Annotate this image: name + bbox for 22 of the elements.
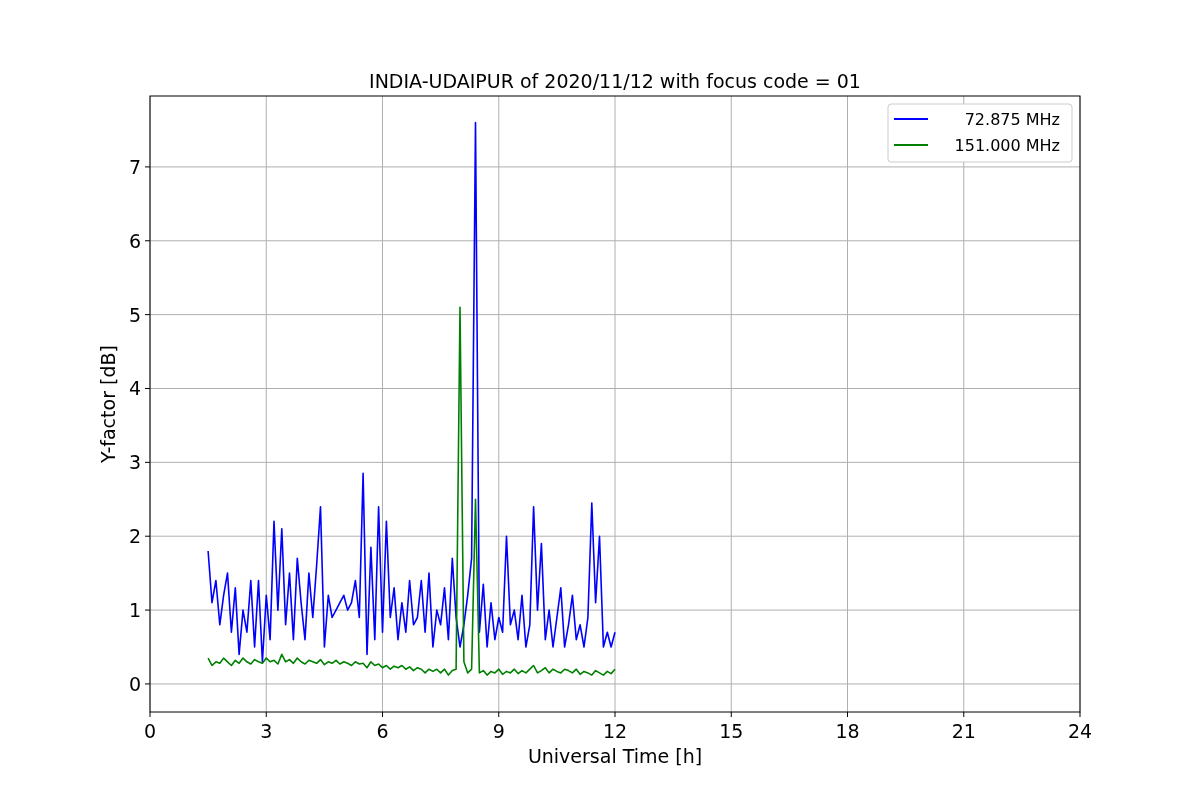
chart-title: INDIA-UDAIPUR of 2020/11/12 with focus code = 01 [369, 70, 861, 92]
tick-label: 6 [376, 720, 389, 742]
tick-label: 7 [128, 155, 141, 178]
tick-label: 6 [128, 229, 141, 252]
axis-label: Y-factor [dB] [97, 345, 119, 463]
legend-label: 72.875 MHz [964, 110, 1060, 129]
tick-label: 5 [128, 303, 141, 326]
tick-label: 18 [835, 720, 860, 742]
tick-label: 3 [260, 720, 273, 742]
tick-label: 3 [128, 451, 141, 474]
tick-label: 2 [128, 525, 141, 548]
tick-label: 9 [492, 720, 505, 742]
tick-label: 0 [128, 672, 141, 695]
tick-label: 1 [128, 599, 141, 622]
tick-label: 0 [143, 720, 157, 742]
tick-label: 21 [951, 720, 976, 742]
tick-label: 12 [602, 720, 628, 742]
tick-label: 4 [128, 377, 141, 400]
tick-label: 15 [719, 720, 744, 742]
axis-label: Universal Time [h] [527, 745, 703, 767]
legend-label: 151.000 MHz [954, 136, 1060, 155]
tick-label: 24 [1067, 720, 1093, 742]
